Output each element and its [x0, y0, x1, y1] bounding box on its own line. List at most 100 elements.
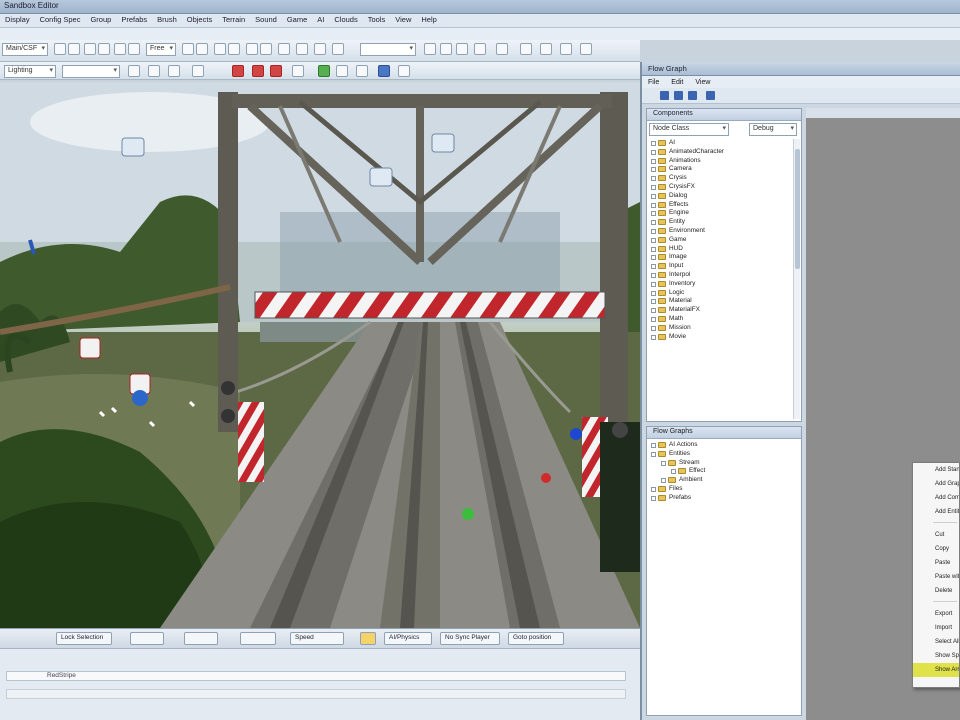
context-item-copy[interactable]: Copy — [913, 542, 959, 556]
grid-icon[interactable] — [214, 43, 226, 55]
graph-tree-item[interactable]: Ambient — [649, 476, 799, 485]
component-item[interactable]: Logic — [649, 289, 791, 298]
component-item[interactable]: MaterialFX — [649, 306, 791, 315]
menu-tools[interactable]: Tools — [363, 14, 391, 25]
context-item-select-all[interactable]: Select All — [913, 635, 959, 649]
filter-combo[interactable] — [62, 65, 120, 78]
components-scrollbar[interactable] — [793, 139, 800, 419]
axis-icon[interactable] — [314, 43, 326, 55]
tool-icon[interactable] — [336, 65, 348, 77]
selection-combo[interactable] — [360, 43, 416, 56]
ai-icon[interactable] — [496, 43, 508, 55]
context-item-import[interactable]: Import — [913, 621, 959, 635]
perspective-viewport[interactable] — [0, 82, 640, 628]
pan-icon[interactable] — [440, 43, 452, 55]
expand-icon[interactable] — [651, 334, 656, 340]
component-item[interactable]: Interpol — [649, 271, 791, 280]
component-item[interactable]: Dialog — [649, 192, 791, 201]
red-tool-icon[interactable] — [232, 65, 244, 77]
fg-menu-file[interactable]: File — [642, 78, 665, 87]
zoom-icon[interactable] — [424, 43, 436, 55]
physics-icon[interactable] — [474, 43, 486, 55]
flowgraph-icon[interactable] — [520, 43, 532, 55]
context-item-add-entity[interactable]: Add Entity — [913, 505, 959, 519]
lock-selection-button[interactable]: Lock Selection — [56, 632, 112, 645]
expand-icon[interactable] — [651, 184, 656, 190]
expand-icon[interactable] — [671, 469, 676, 475]
context-item-paste[interactable]: Paste — [913, 556, 959, 570]
expand-icon[interactable] — [651, 443, 656, 448]
graph-tree-item[interactable]: AI Actions — [649, 441, 799, 450]
graph-tree-item[interactable]: Effect — [649, 467, 799, 476]
brush-icon[interactable] — [148, 65, 160, 77]
expand-icon[interactable] — [651, 451, 656, 457]
component-item[interactable]: Movie — [649, 333, 791, 342]
context-item-add-comment[interactable]: Add Comment — [913, 491, 959, 505]
speed-combo[interactable]: Speed — [290, 632, 344, 645]
menu-clouds[interactable]: Clouds — [329, 14, 362, 25]
expand-icon[interactable] — [651, 299, 656, 305]
component-item[interactable]: Input — [649, 262, 791, 271]
component-item[interactable]: Camera — [649, 165, 791, 174]
context-item-paste-with-links[interactable]: Paste with Links — [913, 570, 959, 584]
component-item[interactable]: Effects — [649, 201, 791, 210]
link-icon[interactable] — [84, 43, 96, 55]
material-icon[interactable] — [560, 43, 572, 55]
menu-brush[interactable]: Brush — [152, 14, 182, 25]
angle-snap-icon[interactable] — [228, 43, 240, 55]
camera-icon[interactable] — [278, 43, 290, 55]
fg-menu-edit[interactable]: Edit — [665, 78, 689, 87]
red-tool-2-icon[interactable] — [252, 65, 264, 77]
vegetation-icon[interactable] — [168, 65, 180, 77]
context-item-export[interactable]: Export — [913, 607, 959, 621]
save-graph-icon[interactable] — [688, 91, 697, 100]
menu-view[interactable]: View — [390, 14, 416, 25]
menu-game[interactable]: Game — [282, 14, 312, 25]
expand-icon[interactable] — [651, 193, 656, 199]
green-tool-icon[interactable] — [318, 65, 330, 77]
ruler-icon[interactable] — [296, 43, 308, 55]
expand-icon[interactable] — [651, 316, 656, 322]
tool-3-icon[interactable] — [398, 65, 410, 77]
graph-tree-item[interactable]: Files — [649, 485, 799, 494]
component-item[interactable]: AI — [649, 139, 791, 148]
context-item-add-graph[interactable]: Add Graph — [913, 477, 959, 491]
helper-icon[interactable] — [292, 65, 304, 77]
context-item-show-spline[interactable]: Show Spline — [913, 649, 959, 663]
component-item[interactable]: Mission — [649, 324, 791, 333]
expand-icon[interactable] — [651, 211, 656, 217]
component-item[interactable]: AnimatedCharacter — [649, 148, 791, 157]
rotate-icon[interactable] — [182, 43, 194, 55]
component-item[interactable]: CrysisFX — [649, 183, 791, 192]
category-combo[interactable]: Debug — [749, 123, 797, 136]
expand-icon[interactable] — [651, 158, 656, 164]
redo-icon[interactable] — [68, 43, 80, 55]
vert-snap-icon[interactable] — [332, 43, 344, 55]
expand-icon[interactable] — [651, 202, 656, 208]
terrain-icon[interactable] — [246, 43, 258, 55]
timeline-track-2[interactable] — [6, 689, 626, 699]
component-item[interactable]: Math — [649, 315, 791, 324]
expand-icon[interactable] — [651, 495, 656, 501]
coord-x-field[interactable] — [130, 632, 164, 645]
component-item[interactable]: Material — [649, 297, 791, 306]
expand-icon[interactable] — [651, 308, 656, 314]
menu-group[interactable]: Group — [85, 14, 116, 25]
context-item-add-start[interactable]: Add Start — [913, 463, 959, 477]
database-icon[interactable] — [540, 43, 552, 55]
move-icon[interactable] — [128, 43, 140, 55]
expand-icon[interactable] — [661, 478, 666, 484]
component-item[interactable]: Crysis — [649, 174, 791, 183]
scale-icon[interactable] — [196, 43, 208, 55]
context-item-show-arrows[interactable]: Show Arrows — [913, 663, 959, 677]
ai-physics-button[interactable]: AI/Physics — [384, 632, 432, 645]
menu-prefabs[interactable]: Prefabs — [116, 14, 152, 25]
component-item[interactable]: Entity — [649, 218, 791, 227]
no-sync-player-button[interactable]: No Sync Player — [440, 632, 500, 645]
graph-tree-item[interactable]: Prefabs — [649, 494, 799, 503]
open-graph-icon[interactable] — [674, 91, 683, 100]
track-icon[interactable] — [580, 43, 592, 55]
expand-icon[interactable] — [651, 167, 656, 173]
snap-combo[interactable]: Free — [146, 43, 176, 56]
expand-icon[interactable] — [651, 281, 656, 287]
